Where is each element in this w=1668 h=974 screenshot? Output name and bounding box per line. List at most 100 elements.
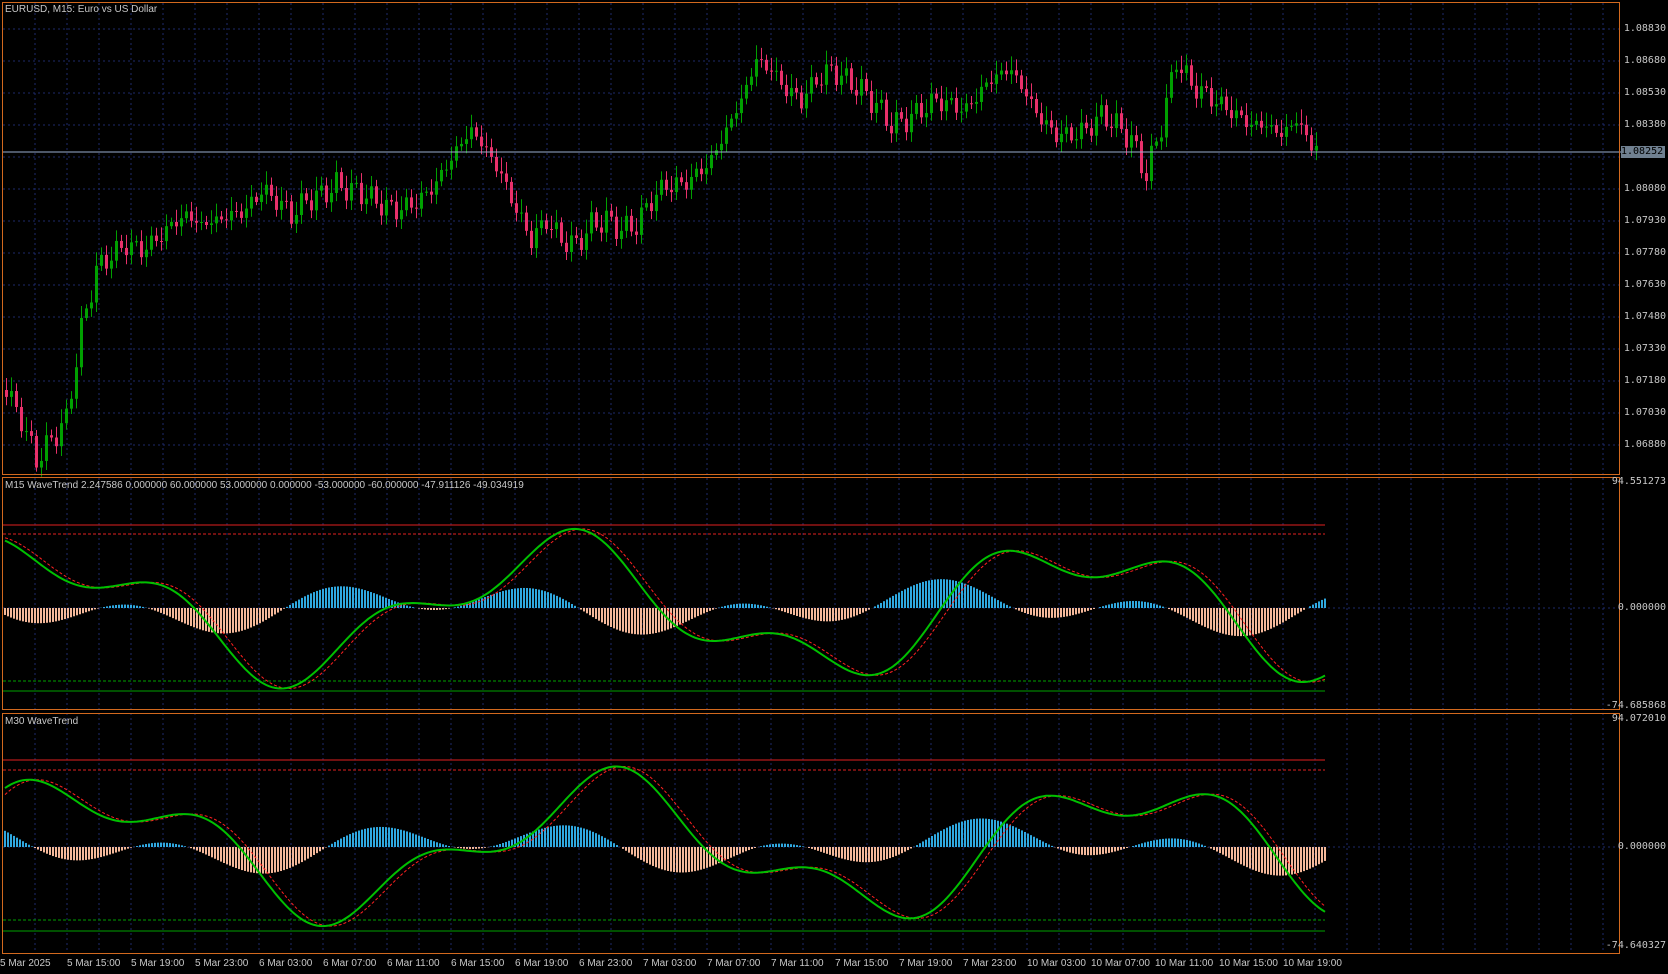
time-axis-label: 6 Mar 11:00 xyxy=(387,958,440,969)
candle-body xyxy=(620,230,623,239)
candle-body xyxy=(160,241,163,243)
m15-wavetrend-plot xyxy=(3,524,1326,692)
candle-body xyxy=(120,240,123,248)
time-axis-label: 7 Mar 15:00 xyxy=(835,958,889,969)
candle-body xyxy=(1065,127,1068,134)
candle-body xyxy=(1175,69,1178,73)
candle-body xyxy=(435,181,438,195)
candle-body xyxy=(45,435,48,461)
candle-body xyxy=(125,247,128,256)
candle-body xyxy=(925,113,928,118)
time-axis-label: 10 Mar 19:00 xyxy=(1283,958,1342,969)
price-axis-label: 1.08680 xyxy=(1623,55,1666,66)
candle-body xyxy=(1260,120,1263,128)
candle-body xyxy=(665,179,668,190)
candle-body xyxy=(675,177,678,193)
candle-body xyxy=(380,203,383,216)
candle-body xyxy=(1140,141,1143,174)
candle-body xyxy=(575,235,578,238)
candle-body xyxy=(980,86,983,102)
candle-body xyxy=(795,87,798,93)
time-axis-label: 7 Mar 19:00 xyxy=(899,958,953,969)
candle-body xyxy=(50,435,53,438)
candle-body xyxy=(1315,145,1318,151)
candle-body xyxy=(610,210,613,217)
price-axis-label: 1.07180 xyxy=(1623,375,1666,386)
candle-body xyxy=(1230,110,1233,119)
m30-wave-line xyxy=(4,765,1326,928)
candle-body xyxy=(695,168,698,177)
m15-min-label: -74.685868 xyxy=(1605,700,1666,711)
panel-frames xyxy=(2,2,1620,954)
candle-body xyxy=(1055,127,1058,143)
price-candles xyxy=(5,45,1318,477)
price-axis-label: 1.07930 xyxy=(1623,215,1666,226)
candle-body xyxy=(970,103,973,105)
candle-body xyxy=(5,390,8,397)
candle-body xyxy=(995,74,998,84)
candle-body xyxy=(1110,126,1113,129)
candle-body xyxy=(1305,124,1308,136)
candle-body xyxy=(1145,173,1148,182)
candle-body xyxy=(130,242,133,256)
candle-body xyxy=(410,197,413,208)
time-axis-label: 5 Mar 19:00 xyxy=(131,958,185,969)
candle-body xyxy=(845,68,848,76)
candle-body xyxy=(750,76,753,85)
candle-body xyxy=(650,203,653,212)
candle-body xyxy=(1165,97,1168,138)
current-price-tag: 1.08252 xyxy=(1621,146,1665,158)
candle-body xyxy=(770,70,773,72)
candle-body xyxy=(340,172,343,188)
candle-body xyxy=(1160,137,1163,142)
candle-body xyxy=(365,198,368,205)
candle-body xyxy=(645,203,648,208)
candle-body xyxy=(1270,125,1273,127)
candle-body xyxy=(405,197,408,211)
candle-body xyxy=(1015,70,1018,76)
time-axis-label: 5 Mar 2025 xyxy=(0,958,51,969)
candle-body xyxy=(325,185,328,203)
time-axis-label: 6 Mar 07:00 xyxy=(323,958,377,969)
candle-body xyxy=(1220,96,1223,105)
candle-body xyxy=(875,102,878,113)
candle-body xyxy=(205,222,208,225)
candle-body xyxy=(740,98,743,114)
candle-body xyxy=(85,308,88,318)
candle-body xyxy=(1115,113,1118,129)
candle-body xyxy=(1000,70,1003,75)
candle-body xyxy=(1030,96,1033,99)
candle-body xyxy=(735,113,738,119)
candle-body xyxy=(110,260,113,269)
candle-body xyxy=(10,391,13,397)
candle-body xyxy=(15,391,18,407)
candle-body xyxy=(1205,86,1208,89)
candle-body xyxy=(145,249,148,258)
candle-body xyxy=(200,222,203,224)
candle-body xyxy=(975,101,978,104)
price-axis-label: 1.08380 xyxy=(1623,119,1666,130)
candle-body xyxy=(1290,125,1293,127)
candle-body xyxy=(335,172,338,193)
candle-body xyxy=(1020,75,1023,90)
candle-body xyxy=(800,92,803,109)
candle-body xyxy=(1190,65,1193,86)
candle-body xyxy=(230,210,233,221)
candle-body xyxy=(785,84,788,97)
candle-body xyxy=(320,185,323,191)
candle-body xyxy=(445,169,448,171)
candle-body xyxy=(175,221,178,227)
candle-body xyxy=(745,84,748,99)
time-axis-label: 6 Mar 03:00 xyxy=(259,958,313,969)
price-axis-label: 1.07780 xyxy=(1623,247,1666,258)
candle-body xyxy=(355,182,358,184)
candle-body xyxy=(1250,124,1253,128)
candle-body xyxy=(480,136,483,147)
candle-body xyxy=(705,168,708,175)
candle-body xyxy=(1255,120,1258,125)
candle-body xyxy=(905,118,908,133)
candle-body xyxy=(25,431,28,433)
candle-body xyxy=(1180,69,1183,74)
candle-body xyxy=(1040,113,1043,125)
time-axis-label: 7 Mar 23:00 xyxy=(963,958,1017,969)
